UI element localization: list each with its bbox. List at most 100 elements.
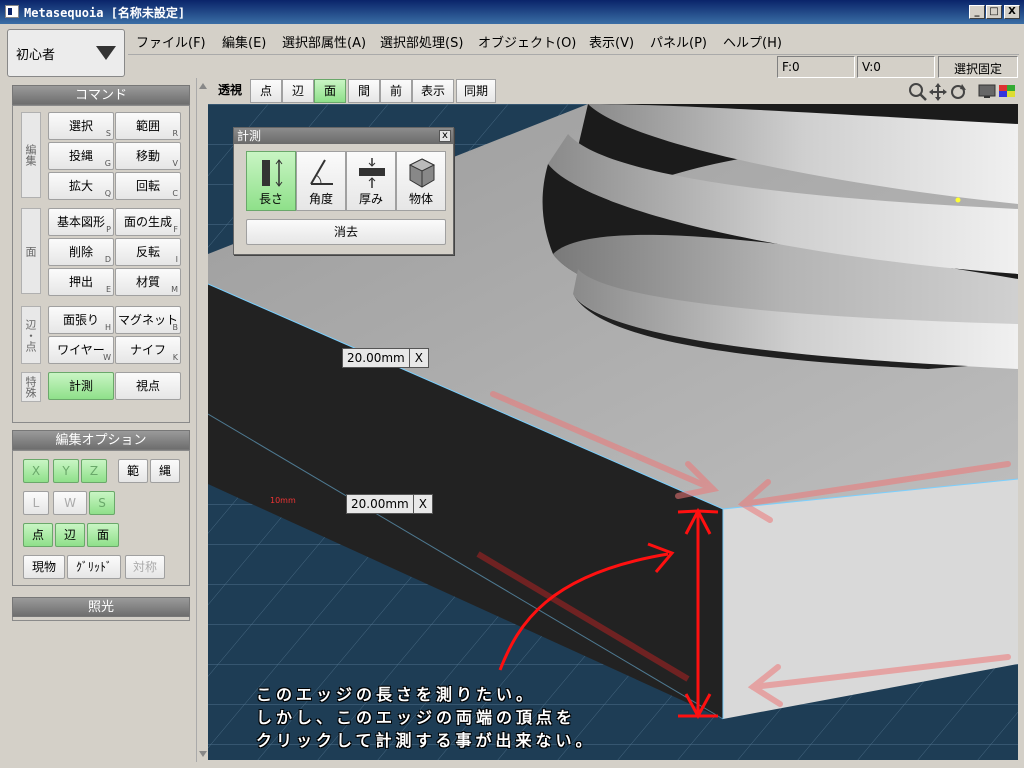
view-point-label: 視点: [135, 379, 160, 393]
view-edge-toggle[interactable]: 辺: [282, 79, 314, 103]
primitive-button[interactable]: 基本図形 P: [48, 208, 114, 236]
menu-file[interactable]: ファイル(F): [136, 32, 206, 51]
range-button[interactable]: 範囲 R: [115, 112, 181, 140]
scale-button[interactable]: 拡大 Q: [48, 172, 114, 200]
mode-label: 初心者: [16, 48, 56, 63]
view-face-toggle[interactable]: 面: [314, 79, 346, 103]
view-front-toggle[interactable]: 前: [380, 79, 412, 103]
menu-object[interactable]: オブジェクト(O): [478, 32, 576, 51]
group-label-edge: 辺・点: [21, 306, 41, 364]
select-button[interactable]: 選択 S: [48, 112, 114, 140]
current-object-toggle[interactable]: 現物: [23, 555, 65, 579]
measure-tag-2-value: 20.00mm: [347, 495, 414, 513]
material-label: 材質: [135, 275, 160, 289]
extrude-key: E: [105, 285, 111, 294]
measure-tag-1: 20.00mm X: [342, 348, 429, 368]
axis-x-toggle[interactable]: X: [23, 459, 49, 483]
face-toggle[interactable]: 面: [87, 523, 119, 547]
select-label: 選択: [68, 119, 93, 133]
flip-label: 反転: [135, 245, 160, 259]
selection-lock-button[interactable]: 選択固定: [938, 56, 1018, 78]
command-panel-title: コマンド: [12, 85, 190, 105]
minimize-button[interactable]: _: [969, 5, 985, 19]
world-coord-toggle[interactable]: W: [53, 491, 87, 515]
face-count: F:0: [777, 56, 855, 78]
angle-label: 角度: [308, 192, 333, 206]
annotation-line-2: しかし、このエッジの両端の頂点を: [256, 708, 577, 727]
clear-measurements-button[interactable]: 消去: [246, 219, 446, 245]
measure-tag-2-close[interactable]: X: [414, 495, 432, 513]
lasso-key: G: [104, 159, 111, 168]
quad-view-icon[interactable]: [998, 83, 1016, 99]
grid-toggle[interactable]: ｸﾞﾘｯﾄﾞ: [67, 555, 121, 579]
edit-options-title: 編集オプション: [12, 430, 190, 450]
measure-dialog-close-button[interactable]: x: [439, 130, 451, 142]
app-icon[interactable]: [5, 5, 19, 18]
close-button[interactable]: X: [1004, 5, 1020, 19]
material-key: M: [171, 285, 178, 294]
panel-scrollbar[interactable]: [196, 78, 208, 762]
menu-selection-proc[interactable]: 選択部処理(S): [380, 32, 463, 51]
lighting-title[interactable]: 照光: [12, 597, 190, 617]
wire-button[interactable]: ワイヤー W: [48, 336, 114, 364]
symmetry-toggle[interactable]: 対称: [125, 555, 165, 579]
range-toggle[interactable]: 範: [118, 459, 148, 483]
magnet-button[interactable]: マグネット B: [115, 306, 181, 334]
zoom-icon[interactable]: [908, 82, 928, 102]
range-label: 範囲: [135, 119, 160, 133]
menu-help[interactable]: ヘルプ(H): [723, 32, 782, 51]
screen-coord-toggle[interactable]: S: [89, 491, 115, 515]
axis-y-toggle[interactable]: Y: [53, 459, 79, 483]
extrude-button[interactable]: 押出 E: [48, 268, 114, 296]
edge-toggle[interactable]: 辺: [55, 523, 85, 547]
menu-edit[interactable]: 編集(E): [222, 32, 266, 51]
flip-button[interactable]: 反転 I: [115, 238, 181, 266]
annotation-line-1: このエッジの長さを測りたい。: [256, 685, 537, 704]
measure-tag-1-close[interactable]: X: [410, 349, 428, 367]
object-tool-button[interactable]: 物体: [396, 151, 446, 211]
scale-label: 拡大: [68, 179, 93, 193]
single-view-icon[interactable]: [978, 83, 996, 99]
face-generate-button[interactable]: 面の生成 F: [115, 208, 181, 236]
menu-panel[interactable]: パネル(P): [650, 32, 707, 51]
measure-dialog-title[interactable]: 計測: [234, 128, 453, 144]
delete-label: 削除: [68, 245, 93, 259]
title-bar: Metasequoia [名称未設定] _ □ X: [0, 0, 1024, 24]
magnet-key: B: [172, 323, 179, 332]
face-stretch-button[interactable]: 面張り H: [48, 306, 114, 334]
delete-button[interactable]: 削除 D: [48, 238, 114, 266]
knife-button[interactable]: ナイフ K: [115, 336, 181, 364]
primitive-key: P: [106, 225, 111, 234]
view-sync-toggle[interactable]: 同期: [456, 79, 496, 103]
rope-toggle[interactable]: 縄: [150, 459, 180, 483]
point-toggle[interactable]: 点: [23, 523, 53, 547]
view-point-toggle[interactable]: 点: [250, 79, 282, 103]
angle-tool-button[interactable]: 角度: [296, 151, 346, 211]
mode-select[interactable]: 初心者: [7, 29, 125, 77]
length-tool-button[interactable]: 長さ: [246, 151, 296, 211]
lasso-button[interactable]: 投縄 G: [48, 142, 114, 170]
view-interval-toggle[interactable]: 間: [348, 79, 380, 103]
rotate-view-icon[interactable]: [948, 82, 968, 102]
perspective-button[interactable]: 透視: [212, 79, 248, 103]
edit-options-panel: 編集オプション X Y Z 範 縄 L W S 点 辺 面 現物 ｸﾞﾘｯﾄﾞ …: [12, 430, 190, 590]
move-button[interactable]: 移動 V: [115, 142, 181, 170]
lighting-panel: 照光: [12, 597, 190, 623]
menu-selection-attr[interactable]: 選択部属性(A): [282, 32, 366, 51]
maximize-button[interactable]: □: [986, 5, 1002, 19]
view-point-button[interactable]: 視点: [115, 372, 181, 400]
view-display-toggle[interactable]: 表示: [412, 79, 454, 103]
thickness-tool-button[interactable]: 厚み: [346, 151, 396, 211]
menu-view[interactable]: 表示(V): [589, 32, 634, 51]
local-coord-toggle[interactable]: L: [23, 491, 49, 515]
wire-key: W: [103, 353, 111, 362]
measure-button[interactable]: 計測: [48, 372, 114, 400]
rotate-button[interactable]: 回転 C: [115, 172, 181, 200]
axis-z-toggle[interactable]: Z: [81, 459, 107, 483]
wire-label: ワイヤー: [57, 343, 105, 357]
thickness-icon: [359, 158, 385, 188]
material-button[interactable]: 材質 M: [115, 268, 181, 296]
knife-key: K: [172, 353, 178, 362]
viewport-toolbar: 透視 点 辺 面 間 前 表示 同期: [208, 78, 1024, 104]
pan-icon[interactable]: [928, 82, 948, 102]
